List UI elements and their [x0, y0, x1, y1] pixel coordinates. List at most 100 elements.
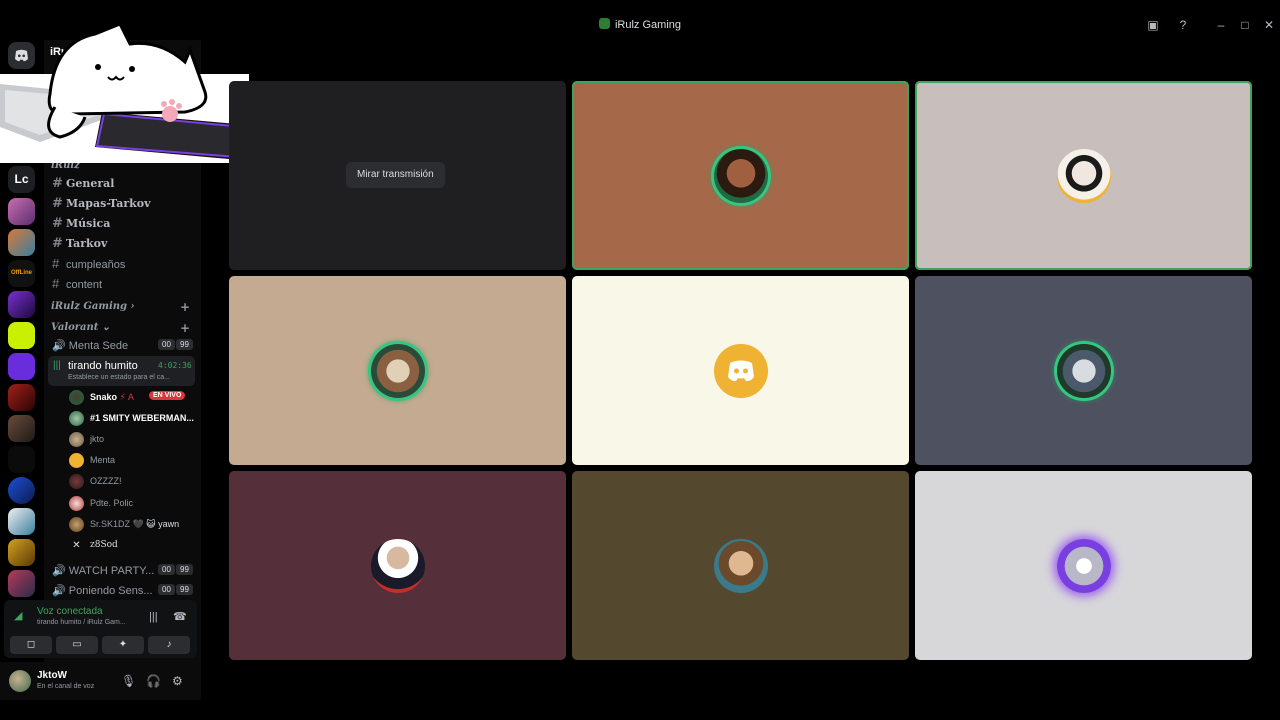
channel-label: Tarkov [66, 237, 108, 250]
participant-tile[interactable] [572, 81, 909, 270]
avatar [1057, 149, 1111, 203]
bongo-cat-overlay [0, 22, 249, 163]
user-count-badge: 00 [158, 564, 175, 575]
category-label: iRulz Gaming [51, 301, 128, 312]
server-icon[interactable] [8, 508, 35, 535]
add-channel-icon[interactable]: + [180, 321, 190, 335]
headphones-icon[interactable]: 🎧 [146, 674, 161, 688]
channel-label: cumpleaños [66, 259, 126, 271]
voice-channel-poniendo[interactable]: 🔊 Poniendo Sens... 00 99 [52, 584, 193, 597]
inbox-icon[interactable]: ▣ [1145, 17, 1161, 33]
channel-label: Música [66, 217, 111, 230]
avatar[interactable] [9, 670, 31, 692]
participant-tile[interactable] [229, 471, 566, 660]
server-lc[interactable]: Lc [8, 166, 35, 193]
soundboard-button[interactable]: ♪ [148, 636, 190, 654]
watch-stream-button[interactable]: Mirar transmisión [346, 162, 445, 188]
user-limit-badge: 99 [176, 584, 193, 595]
user-limit-badge: 99 [176, 564, 193, 575]
voice-channel-tirando-humito[interactable]: ||| tirando humito 4:02:36 Establece un … [48, 356, 195, 386]
server-icon[interactable] [8, 291, 35, 318]
server-icon[interactable] [8, 198, 35, 225]
discord-logo-icon [714, 344, 768, 398]
hash-icon: # [52, 236, 63, 251]
hash-icon: # [52, 256, 60, 271]
channel-status[interactable]: Establece un estado para el ca... [68, 374, 170, 381]
member-name: jkto [90, 434, 105, 444]
voice-channel-path[interactable]: tirando humito / iRulz Gam... [37, 619, 126, 626]
voice-active-icon: ||| [53, 360, 61, 371]
server-icon[interactable] [8, 229, 35, 256]
participant-tile[interactable] [915, 276, 1252, 465]
camera-button[interactable]: ◻ [10, 636, 52, 654]
maximize-button[interactable]: □ [1237, 17, 1253, 33]
voice-channel-menta-sede[interactable]: 🔊 Menta Sede 00 99 [52, 339, 193, 352]
user-panel: JktoW En el canal de voz 🎙 🎧 ⚙ [0, 662, 200, 700]
hash-icon: # [52, 276, 60, 291]
disconnect-icon[interactable]: ☎ [173, 610, 187, 623]
add-channel-icon[interactable]: + [180, 300, 190, 314]
category-valorant[interactable]: Valorant ⌄ + [51, 321, 190, 335]
minimize-button[interactable]: – [1213, 17, 1229, 33]
logo-icon: ✕ [69, 538, 84, 553]
window-title-text: iRulz Gaming [614, 19, 682, 31]
avatar [69, 432, 84, 447]
channel-musica[interactable]: # Música [52, 216, 110, 234]
server-icon[interactable] [8, 353, 35, 380]
server-icon[interactable] [8, 446, 35, 473]
member-name: Pdte. Polic [90, 498, 134, 508]
live-badge: EN VIVO [149, 391, 186, 400]
microphone-icon[interactable]: 🎙 [121, 674, 136, 688]
username[interactable]: JktoW [37, 670, 67, 681]
voice-channel-label: Menta Sede [68, 340, 129, 352]
avatar [1057, 344, 1111, 398]
server-icon[interactable] [8, 384, 35, 411]
noise-suppression-icon[interactable]: ||| [149, 611, 158, 623]
connection-signal-icon[interactable]: ◢ [14, 609, 22, 622]
voice-connected-label[interactable]: Voz conectada [37, 606, 103, 617]
channel-general[interactable]: # General [52, 176, 115, 194]
close-button[interactable]: ✕ [1261, 17, 1277, 33]
stream-tile[interactable]: Mirar transmisión [229, 81, 566, 270]
speaker-icon: 🔊 [52, 585, 66, 597]
channel-content[interactable]: # content [52, 276, 102, 294]
category-irulz-gaming[interactable]: iRulz Gaming › + [51, 300, 190, 314]
hash-icon: # [52, 196, 63, 211]
member-status: ⚡ A [119, 392, 134, 402]
avatar [69, 517, 84, 532]
server-icon[interactable] [8, 539, 35, 566]
server-icon[interactable] [8, 322, 35, 349]
participant-tile[interactable] [915, 81, 1252, 270]
participant-tile[interactable] [229, 276, 566, 465]
avatar [714, 149, 768, 203]
help-icon[interactable]: ? [1175, 17, 1191, 33]
avatar [371, 539, 425, 593]
server-icon [598, 18, 610, 29]
hash-icon: # [52, 176, 63, 191]
discord-app: iRulz Gaming ▣ ? – □ ✕ Lc OffLine iRulz … [0, 0, 1280, 720]
user-limit-badge: 99 [176, 339, 193, 350]
server-icon[interactable] [8, 477, 35, 504]
user-count-badge: 00 [158, 339, 175, 350]
member-name: OZZZZ! [90, 476, 122, 486]
channel-label: Mapas-Tarkov [66, 197, 151, 210]
participant-tile[interactable] [572, 276, 909, 465]
voice-channel-watch-party[interactable]: 🔊 WATCH PARTY... 00 99 [52, 564, 193, 577]
hash-icon: # [52, 216, 63, 231]
avatar [1057, 539, 1111, 593]
participant-tile[interactable] [572, 471, 909, 660]
server-icon[interactable] [8, 570, 35, 597]
channel-mapas-tarkov[interactable]: # Mapas-Tarkov [52, 196, 150, 214]
gear-icon[interactable]: ⚙ [172, 674, 183, 688]
server-icon[interactable]: OffLine [8, 260, 35, 287]
member-name: #1 SMITY WEBERMAN... [90, 413, 194, 423]
user-status: En el canal de voz [37, 683, 95, 690]
voice-connection-panel: ◢ Voz conectada tirando humito / iRulz G… [4, 600, 197, 658]
channel-tarkov[interactable]: # Tarkov [52, 236, 107, 254]
channel-label: General [66, 177, 115, 190]
channel-cumpleanos[interactable]: # cumpleaños [52, 256, 125, 274]
activities-button[interactable]: ✦ [102, 636, 144, 654]
server-icon[interactable] [8, 415, 35, 442]
screen-share-button[interactable]: ▭ [56, 636, 98, 654]
participant-tile[interactable] [915, 471, 1252, 660]
